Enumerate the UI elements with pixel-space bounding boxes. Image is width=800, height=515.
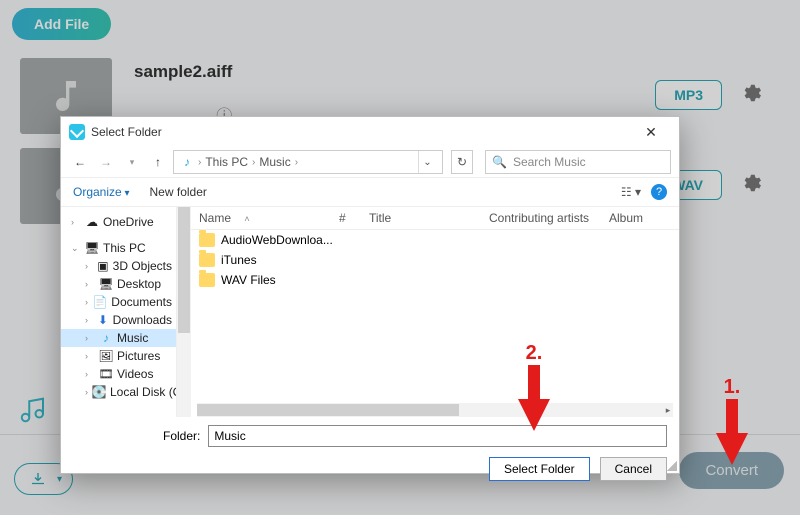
select-folder-button[interactable]: Select Folder <box>489 457 590 481</box>
tree-item-pictures[interactable]: ›🖼Pictures <box>61 347 176 365</box>
new-folder-button[interactable]: New folder <box>150 185 207 199</box>
desktop-icon: 🖥 <box>99 277 113 291</box>
folder-icon <box>199 233 215 247</box>
cancel-button[interactable]: Cancel <box>600 457 667 481</box>
dialog-title: Select Folder <box>91 125 162 139</box>
search-input[interactable]: 🔍 Search Music <box>485 150 671 174</box>
breadcrumb[interactable]: ♪ › This PC › Music › ⌄ <box>173 150 443 174</box>
file-list: Name ˄ # Title Contributing artists Albu… <box>191 207 679 417</box>
chevron-right-icon: › <box>198 157 201 168</box>
folder-icon <box>199 253 215 267</box>
up-icon[interactable]: ↑ <box>147 155 169 169</box>
disk-icon: 💽 <box>92 385 106 399</box>
resize-handle[interactable] <box>667 461 677 471</box>
tree-item-documents[interactable]: ›📄Documents <box>61 293 176 311</box>
col-number[interactable]: # <box>339 211 369 225</box>
refresh-icon[interactable]: ↻ <box>451 150 473 174</box>
folder-label: Folder: <box>163 429 200 443</box>
folder-icon <box>199 273 215 287</box>
annotation-label-1: 1. <box>712 376 752 465</box>
back-icon[interactable]: ← <box>69 155 91 169</box>
tree-scrollbar[interactable] <box>177 207 191 417</box>
chevron-right-icon: › <box>252 157 255 168</box>
scroll-right-icon[interactable]: ▸ <box>661 403 675 417</box>
folder-input[interactable] <box>208 425 667 447</box>
download-icon: ⬇ <box>97 313 108 327</box>
video-icon: 🎞 <box>99 367 113 381</box>
organize-menu[interactable]: Organize <box>73 185 130 199</box>
dialog-nav: ← → ▾ ↑ ♪ › This PC › Music › ⌄ ↻ 🔍 Sear… <box>61 147 679 177</box>
cube-icon: ▣ <box>97 259 108 273</box>
forward-icon[interactable]: → <box>95 155 117 169</box>
music-note-icon: ♪ <box>99 331 113 345</box>
col-name[interactable]: Name ˄ <box>199 211 339 225</box>
tree-item-desktop[interactable]: ›🖥Desktop <box>61 275 176 293</box>
scrollbar-thumb[interactable] <box>197 404 459 416</box>
select-folder-dialog: Select Folder ✕ ← → ▾ ↑ ♪ › This PC › Mu… <box>60 116 680 474</box>
tree-item-onedrive[interactable]: ›☁OneDrive <box>61 213 176 231</box>
scrollbar-thumb[interactable] <box>178 207 190 333</box>
breadcrumb-item[interactable]: Music <box>259 155 290 169</box>
list-header: Name ˄ # Title Contributing artists Albu… <box>191 207 679 230</box>
tree-item-local-disk[interactable]: ›💽Local Disk (C:) <box>61 383 176 401</box>
dialog-footer: Folder: Select Folder Cancel <box>61 417 679 491</box>
folder-tree: ›☁OneDrive ⌄🖥This PC ›▣3D Objects ›🖥Desk… <box>61 207 177 417</box>
dialog-body: ›☁OneDrive ⌄🖥This PC ›▣3D Objects ›🖥Desk… <box>61 207 679 417</box>
picture-icon: 🖼 <box>99 349 113 363</box>
annotation-label-2: 2. <box>514 342 554 431</box>
chevron-right-icon: › <box>295 157 298 168</box>
search-icon: 🔍 <box>492 155 507 169</box>
search-placeholder: Search Music <box>513 155 586 169</box>
tree-item-videos[interactable]: ›🎞Videos <box>61 365 176 383</box>
chevron-down-icon[interactable]: ⌄ <box>418 151 436 173</box>
arrow-down-icon <box>712 399 752 465</box>
history-dropdown-icon[interactable]: ▾ <box>121 157 143 168</box>
app-logo-icon <box>69 124 85 140</box>
list-item[interactable]: AudioWebDownloa... <box>191 230 679 250</box>
breadcrumb-item[interactable]: This PC <box>205 155 248 169</box>
col-contributing[interactable]: Contributing artists <box>489 211 609 225</box>
help-icon[interactable]: ? <box>651 184 667 200</box>
view-options-icon[interactable]: ☷ ▾ <box>621 185 641 199</box>
document-icon: 📄 <box>93 295 107 309</box>
col-album[interactable]: Album <box>609 211 653 225</box>
arrow-down-icon <box>514 365 554 431</box>
tree-item-3d-objects[interactable]: ›▣3D Objects <box>61 257 176 275</box>
dialog-titlebar: Select Folder ✕ <box>61 117 679 147</box>
dialog-toolbar: Organize New folder ☷ ▾ ? <box>61 177 679 207</box>
sort-asc-icon: ˄ <box>244 214 259 224</box>
list-item[interactable]: WAV Files <box>191 270 679 290</box>
cloud-icon: ☁ <box>85 215 99 229</box>
list-item[interactable]: iTunes <box>191 250 679 270</box>
tree-item-music[interactable]: ›♪Music <box>61 329 176 347</box>
music-note-icon: ♪ <box>180 155 194 169</box>
close-icon[interactable]: ✕ <box>631 124 671 141</box>
tree-item-this-pc[interactable]: ⌄🖥This PC <box>61 239 176 257</box>
col-title[interactable]: Title <box>369 211 489 225</box>
list-scrollbar[interactable]: ◂ ▸ <box>197 403 673 417</box>
tree-item-downloads[interactable]: ›⬇Downloads <box>61 311 176 329</box>
pc-icon: 🖥 <box>85 241 99 255</box>
